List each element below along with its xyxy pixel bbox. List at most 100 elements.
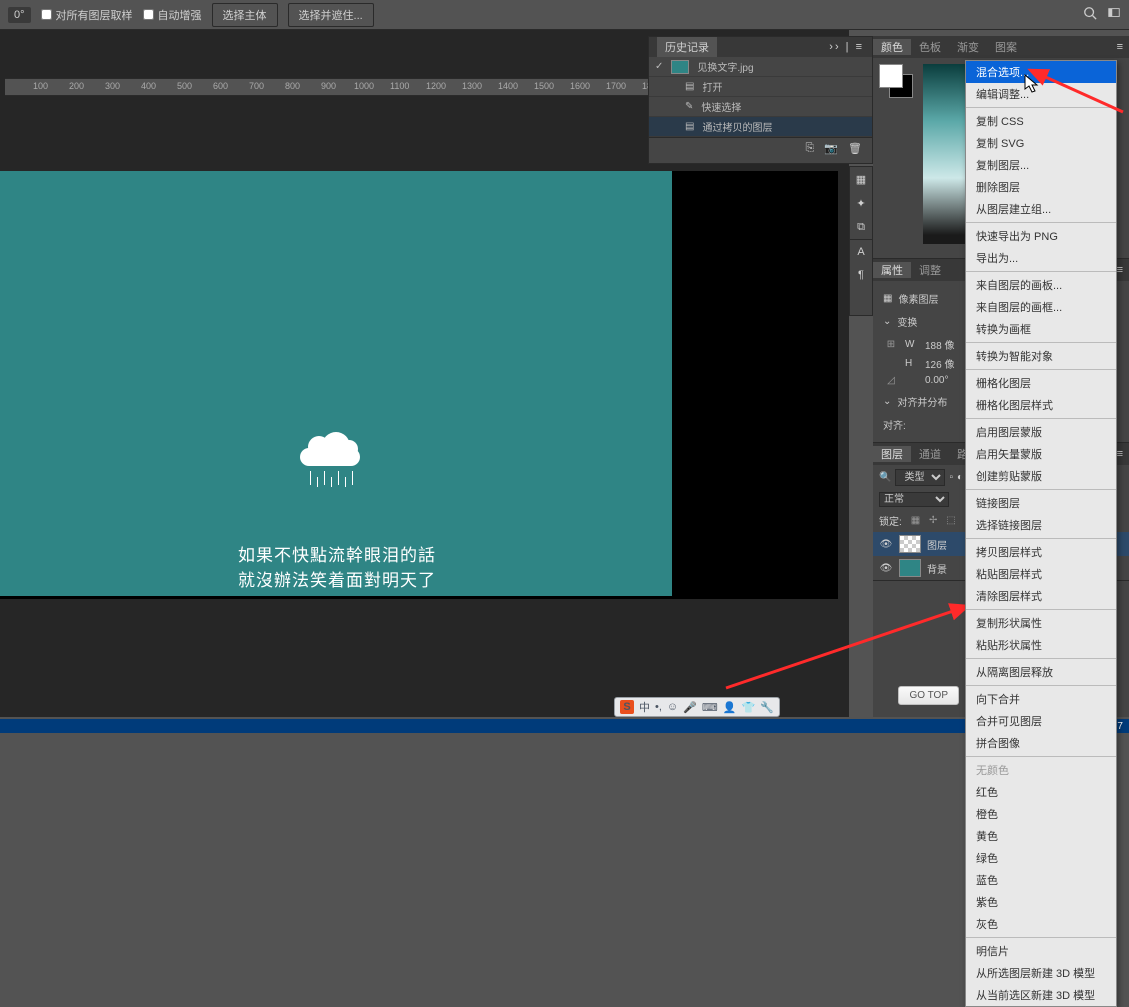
context-menu-item[interactable]: 复制图层... [966,154,1116,176]
context-menu-item[interactable]: 橙色 [966,803,1116,825]
ime-voice-icon[interactable]: 🎤 [683,701,697,714]
context-menu-item[interactable]: 黄色 [966,825,1116,847]
history-source[interactable]: ✓ 见换文字.jpg [649,57,872,77]
visibility-toggle[interactable]: 👁 [879,539,893,550]
context-menu-item[interactable]: 复制 CSS [966,110,1116,132]
history-step[interactable]: ▤打开 [649,77,872,97]
ime-punct-icon[interactable]: •, [655,701,662,713]
tab-layers[interactable]: 图层 [873,446,911,462]
width-value[interactable]: 188 像 [925,337,965,352]
ime-keyboard-icon[interactable]: ⌨ [702,701,718,714]
trash-icon[interactable]: 🗑 [848,142,862,155]
search-icon[interactable] [1083,6,1097,23]
context-menu-item[interactable]: 无颜色 [966,759,1116,781]
dock-icon[interactable]: ▦ [850,167,872,191]
context-menu-item[interactable]: 从当前选区新建 3D 模型 [966,984,1116,1006]
context-menu-item[interactable]: 选择链接图层 [966,514,1116,536]
document-canvas[interactable]: 如果不快點流幹眼泪的話 就沒辦法笑着面對明天了 [0,171,672,596]
filter-image-icon[interactable]: ▫ [949,472,953,483]
ime-user-icon[interactable]: 👤 [723,701,737,714]
context-menu-item[interactable]: 创建剪贴蒙版 [966,465,1116,487]
lock-position-icon[interactable]: ✢ [929,515,937,526]
context-menu-item[interactable]: 紫色 [966,891,1116,913]
sample-all-layers-checkbox[interactable]: 对所有图层取样 [41,7,133,23]
lock-pixels-icon[interactable]: ▦ [911,515,920,526]
context-menu-item[interactable]: 从图层建立组... [966,198,1116,220]
context-menu-item[interactable]: 红色 [966,781,1116,803]
context-menu-item[interactable]: 蓝色 [966,869,1116,891]
context-menu-item[interactable]: 合并可见图层 [966,710,1116,732]
context-menu-item[interactable]: 拼合图像 [966,732,1116,754]
context-menu-item[interactable]: 明信片 [966,940,1116,962]
context-menu-item[interactable]: 粘贴形状属性 [966,634,1116,656]
context-menu-item[interactable]: 混合选项... [966,61,1116,83]
tab-channels[interactable]: 通道 [911,446,949,462]
ime-skin-icon[interactable]: 👕 [741,701,755,714]
brush-settings-icon[interactable]: ✦ [850,191,872,215]
layer-filter-kind[interactable]: 类型 [895,469,945,486]
history-step[interactable]: ✎快速选择 [649,97,872,117]
screen-mode-icon[interactable] [1107,6,1121,23]
snapshot-icon[interactable]: 📷 [824,142,838,155]
layer-icon: ▤ [685,121,694,132]
ime-lang-icon[interactable]: 中 [639,699,650,715]
layer-name[interactable]: 图层 [927,537,947,552]
new-doc-from-state-icon[interactable]: ⎘ [806,142,815,155]
swatches-icon[interactable]: ⧉ [850,215,872,239]
context-menu-item[interactable]: 灰色 [966,913,1116,935]
history-step[interactable]: ▤通过拷贝的图层 [649,117,872,137]
context-menu-item[interactable]: 快速导出为 PNG [966,225,1116,247]
context-menu-item[interactable]: 绿色 [966,847,1116,869]
select-and-mask-button[interactable]: 选择并遮住... [288,3,374,27]
context-menu-item[interactable]: 导出为... [966,247,1116,269]
height-value[interactable]: 126 像 [925,356,965,371]
auto-enhance-checkbox[interactable]: 自动增强 [143,7,202,23]
layer-thumbnail[interactable] [899,559,921,577]
visibility-toggle[interactable]: 👁 [879,563,893,574]
context-menu-item[interactable]: 转换为智能对象 [966,345,1116,367]
context-menu-item[interactable]: 转换为画框 [966,318,1116,340]
panel-menu-icon[interactable]: ≡ [1111,41,1129,53]
ime-tool-icon[interactable]: 🔧 [760,701,774,714]
tab-swatches[interactable]: 色板 [911,39,949,55]
context-menu-item[interactable]: 清除图层样式 [966,585,1116,607]
panel-menu-icon[interactable]: ›› | ≡ [829,41,864,53]
ime-toolbar[interactable]: S 中 •, ☺ 🎤 ⌨ 👤 👕 🔧 [614,697,780,717]
context-menu-item[interactable]: 删除图层 [966,176,1116,198]
layer-name[interactable]: 背景 [927,561,947,576]
context-menu-item[interactable]: 启用矢量蒙版 [966,443,1116,465]
tab-color[interactable]: 颜色 [873,39,911,55]
blend-mode-select[interactable]: 正常 [879,492,949,507]
layer-thumbnail[interactable] [899,535,921,553]
fg-color-swatch[interactable] [879,64,903,88]
character-icon[interactable]: A [850,239,872,263]
select-subject-button[interactable]: 选择主体 [212,3,278,27]
angle-value[interactable]: 0.00° [925,375,965,386]
context-menu-item[interactable]: 从所选图层新建 3D 模型 [966,962,1116,984]
context-menu-item[interactable]: 来自图层的画框... [966,296,1116,318]
paragraph-icon[interactable]: ¶ [850,263,872,287]
context-menu-item[interactable]: 从隔离图层释放 [966,661,1116,683]
sogou-icon[interactable]: S [620,700,634,714]
context-menu-item[interactable]: 复制形状属性 [966,612,1116,634]
history-tab[interactable]: 历史记录 [657,37,717,57]
context-menu-item[interactable]: 启用图层蒙版 [966,421,1116,443]
context-menu-item[interactable]: 栅格化图层样式 [966,394,1116,416]
context-menu-item[interactable]: 链接图层 [966,492,1116,514]
context-menu-item[interactable]: 来自图层的画板... [966,274,1116,296]
go-top-button[interactable]: GO TOP [898,686,959,705]
context-menu-item[interactable]: 粘贴图层样式 [966,563,1116,585]
ime-emoji-icon[interactable]: ☺ [667,701,678,713]
context-menu-item[interactable]: 编辑调整... [966,83,1116,105]
context-menu-item[interactable]: 栅格化图层 [966,372,1116,394]
tab-properties[interactable]: 属性 [873,262,911,278]
tab-patterns[interactable]: 图案 [987,39,1025,55]
lock-artboard-icon[interactable]: ⬚ [946,515,955,526]
context-menu-item[interactable]: 复制 SVG [966,132,1116,154]
tab-adjustments[interactable]: 调整 [911,262,949,278]
context-menu-item[interactable]: 拷贝图层样式 [966,541,1116,563]
tab-gradients[interactable]: 渐变 [949,39,987,55]
context-menu-item[interactable]: 向下合并 [966,688,1116,710]
filter-adjust-icon[interactable]: ◐ [957,472,963,483]
angle-input[interactable]: 0° [8,7,31,23]
